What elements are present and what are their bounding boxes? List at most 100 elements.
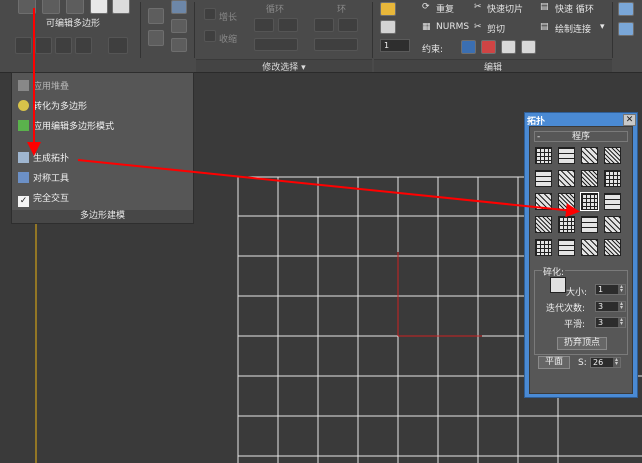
menu-item-full-interactivity[interactable]: ✓ 完全交互 [18,191,188,207]
selection-icon-5[interactable] [171,38,187,52]
close-icon[interactable]: ✕ [623,114,636,126]
programs-rollout-header[interactable]: - 程序 [534,131,628,142]
topology-panel-body: - 程序 碎化: 大小: 1 ▴ ▾ 迭代次数: 3 ▴ ▾ 平滑: 3 ▴ ▾ 扔弃顶点 … [529,126,633,394]
cut-icon: ✂ [474,22,482,32]
constrain-none-button[interactable] [461,40,476,54]
menu-item-apply-stack[interactable]: 应用堆叠 [18,79,188,95]
size-label: 大小: [566,288,588,298]
s-spinner[interactable]: 26 ▴ ▾ [590,357,621,368]
selection-icon-4[interactable] [171,19,187,33]
spinner-arrows-icon[interactable]: ▴ ▾ [618,284,625,294]
size-spinner[interactable]: 1 ▴ ▾ [595,284,626,295]
right-edge-icon-2[interactable] [618,22,634,36]
discard-vertices-button[interactable]: 扔弃顶点 [557,337,607,350]
selection-icon-1[interactable] [148,8,164,24]
grow-icon [204,8,216,20]
selection-icon-3[interactable] [171,0,187,14]
border-mode-button[interactable] [66,0,84,14]
topology-pattern-button[interactable] [604,170,621,187]
topology-pattern-button[interactable] [581,170,598,187]
topology-pattern-button[interactable] [580,192,599,211]
smooth-spinner[interactable]: 3 ▴ ▾ [595,317,626,328]
topology-pattern-button[interactable] [604,216,621,233]
cut-label[interactable]: 剪切 [487,22,505,35]
topology-pattern-button[interactable] [581,239,598,256]
topology-pattern-button[interactable] [558,193,575,210]
constrain-normal-button[interactable] [521,40,536,54]
repeat-icon: ⟳ [422,2,430,12]
spinner-arrows-icon[interactable]: ▴ ▾ [613,357,620,367]
menu-item-label: 应用堆叠 [33,82,70,92]
loop-minus-button[interactable] [278,18,298,32]
ring-plus-button[interactable] [314,18,334,32]
stack-btn-1[interactable] [15,37,32,54]
edit-section-label: 编辑 [374,59,612,73]
s-value: 26 [593,358,604,367]
topology-pattern-button[interactable] [558,147,575,164]
topology-pattern-button[interactable] [535,216,552,233]
menu-item-convert-to-poly[interactable]: 转化为多边形 [18,99,188,115]
menu-item-label: 对称工具 [33,174,70,184]
paint-connect-label[interactable]: 绘制连接 [555,22,591,35]
edit-spinner[interactable]: 1 [380,39,410,52]
topology-pattern-button[interactable] [558,216,575,233]
topology-pattern-button[interactable] [535,170,552,187]
stack-btn-4[interactable] [75,37,92,54]
topology-pattern-button[interactable] [535,193,552,210]
loop-spinner[interactable] [254,38,298,51]
shrink-icon [204,30,216,42]
modify-selection-label[interactable]: 修改选择 ▾ [196,59,372,73]
topology-pattern-button[interactable] [604,193,621,210]
repeat-label[interactable]: 重复 [436,2,454,15]
nurms-label[interactable]: NURMS [436,22,469,32]
spinner-arrows-icon[interactable]: ▴ ▾ [618,317,625,327]
quick-loop-label[interactable]: 快速 循环 [555,2,594,15]
right-edge-icon-1[interactable] [618,2,634,16]
quick-loop-icon: ▤ [540,2,549,12]
topology-pattern-button[interactable] [558,239,575,256]
menu-item-symmetry-tools[interactable]: 对称工具 [18,171,188,187]
ring-label[interactable]: 环 [337,2,346,15]
iterations-spinner[interactable]: 3 ▴ ▾ [595,301,626,312]
element-mode-button[interactable] [112,0,130,14]
ring-minus-button[interactable] [338,18,358,32]
s-label: S: [578,358,587,368]
selection-icon-2[interactable] [148,30,164,46]
constrain-edge-button[interactable] [481,40,496,54]
stack-btn-3[interactable] [55,37,72,54]
ribbon-toolbar: 可编辑多边形 增长 收缩 循环 环 1 ⟳ 重复 ▦ NURMS 约束: ✂ 快… [0,0,642,73]
edit-icon-1[interactable] [380,2,396,16]
loop-plus-button[interactable] [254,18,274,32]
topology-pattern-button[interactable] [604,147,621,164]
topology-pattern-button[interactable] [581,216,598,233]
vertex-mode-button[interactable] [18,0,36,14]
topology-pattern-button[interactable] [535,147,552,164]
programs-header-label: 程序 [571,132,590,142]
stack-btn-2[interactable] [35,37,52,54]
edge-mode-button[interactable] [42,0,60,14]
topology-pattern-button[interactable] [535,239,552,256]
dropdown-footer-label: 多边形建模 [12,210,193,223]
plane-button[interactable]: 平面 [538,356,570,369]
refine-icon[interactable] [550,277,566,293]
spinner-arrows-icon[interactable]: ▴ ▾ [618,301,625,311]
size-value: 1 [598,285,604,294]
ring-spinner[interactable] [314,38,358,51]
quick-slice-label[interactable]: 快速切片 [487,2,523,15]
stack-btn-5[interactable] [108,37,128,54]
topology-pattern-button[interactable] [581,147,598,164]
menu-item-apply-edit-poly[interactable]: 应用编辑多边形模式 [18,119,188,135]
polygon-mode-button[interactable] [90,0,108,14]
grow-label[interactable]: 增长 [219,10,237,23]
edit-icon-2[interactable] [380,20,396,34]
topology-pattern-button[interactable] [604,239,621,256]
paint-connect-icon: ▤ [540,22,549,32]
shrink-label[interactable]: 收缩 [219,32,237,45]
menu-item-generate-topology[interactable]: 生成拓扑 [18,151,188,167]
loop-label[interactable]: 循环 [266,2,284,15]
iterations-value: 3 [598,302,604,311]
checkbox-checked-icon[interactable]: ✓ [18,196,29,207]
constrain-face-button[interactable] [501,40,516,54]
paint-connect-dropdown-icon[interactable]: ▾ [600,22,605,32]
topology-pattern-button[interactable] [558,170,575,187]
